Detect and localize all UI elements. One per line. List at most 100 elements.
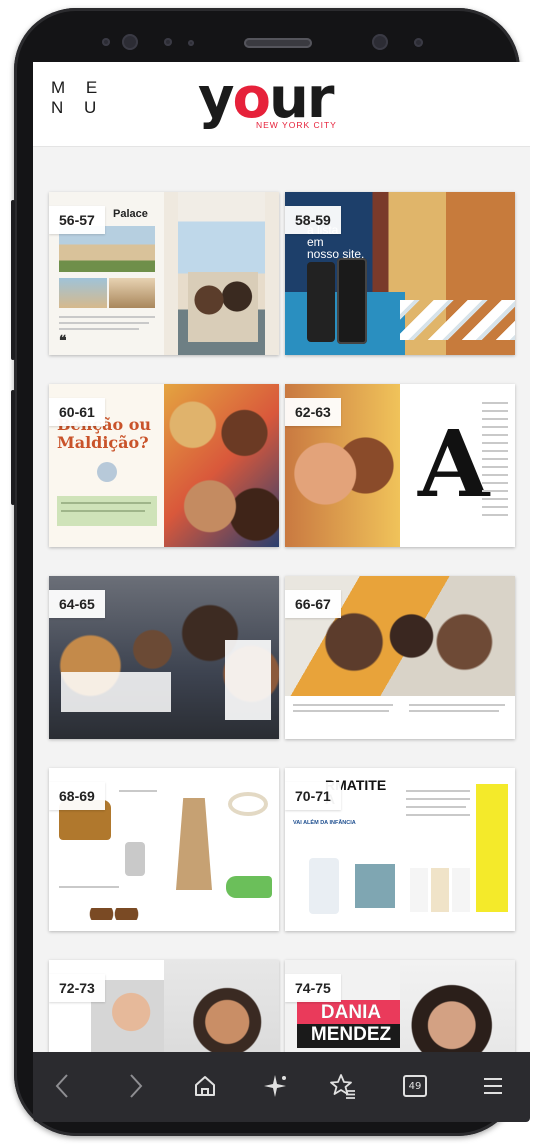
hotel-photo-small xyxy=(59,278,107,308)
text-line xyxy=(482,466,508,468)
spread-right-page: A xyxy=(400,384,515,547)
spread-kicker: VAI ALÉM DA INFÂNCIA xyxy=(293,820,356,826)
forward-button[interactable] xyxy=(115,1066,155,1106)
phone-mockup xyxy=(307,262,335,342)
page-range-label: 62-63 xyxy=(285,398,341,426)
yellow-sidebar xyxy=(476,784,508,912)
spread-right-page xyxy=(164,192,279,355)
drop-cap: A xyxy=(418,410,490,518)
teal-box xyxy=(355,864,395,908)
author-avatar xyxy=(97,462,117,482)
text-line xyxy=(406,814,470,816)
spread-headline: DANIA MENDEZ xyxy=(297,1000,405,1048)
logo-city: NEW YORK CITY xyxy=(256,120,337,130)
menu-more-button[interactable] xyxy=(473,1066,513,1106)
spread-card-58-59[interactable]: a lista em nosso site. 58-59 xyxy=(285,192,515,355)
earpiece-speaker xyxy=(244,38,312,48)
spread-card-68-69[interactable]: 68-69 xyxy=(49,768,279,931)
page-range-label: 60-61 xyxy=(49,398,105,426)
sunglasses-photo xyxy=(89,908,139,920)
back-button[interactable] xyxy=(43,1066,83,1106)
text-line xyxy=(406,806,466,808)
menu-label-line2: N U xyxy=(51,98,105,117)
text-line xyxy=(482,498,508,500)
text-line xyxy=(482,482,508,484)
chevron-left-icon xyxy=(55,1074,68,1098)
screen: M E N U your NEW YORK CITY ❝ Palace 56-5… xyxy=(33,62,530,1122)
text-line xyxy=(482,490,508,492)
sensor-dot xyxy=(414,38,423,47)
text-line xyxy=(482,434,508,436)
trenchcoat-photo xyxy=(176,798,212,890)
text-line xyxy=(482,442,508,444)
text-line xyxy=(482,450,508,452)
spread-card-70-71[interactable]: RMATITE A VAI ALÉM DA INFÂNCIA 70-71 xyxy=(285,768,515,931)
page-range-label: 70-71 xyxy=(285,782,341,810)
text-line xyxy=(482,426,508,428)
text-line xyxy=(293,704,393,706)
text-line xyxy=(409,710,499,712)
bracelets-photo xyxy=(228,792,268,816)
page-range-label: 58-59 xyxy=(285,206,341,234)
spread-card-56-57[interactable]: ❝ Palace 56-57 xyxy=(49,192,279,355)
couple-photo xyxy=(188,272,258,342)
text-box xyxy=(225,640,271,720)
tabs-button[interactable]: 49 xyxy=(395,1066,435,1106)
page-grid: ❝ Palace 56-57 a lista em nosso site. 58… xyxy=(33,146,530,1122)
tabs-count-box: 49 xyxy=(403,1075,427,1097)
text-line xyxy=(61,502,151,504)
page-range-label: 64-65 xyxy=(49,590,105,618)
spread-card-64-65[interactable]: 64-65 xyxy=(49,576,279,739)
spread-right-page xyxy=(164,768,279,931)
sensor-dot xyxy=(188,40,194,46)
faces-collage xyxy=(164,384,279,547)
sensor-dot xyxy=(164,38,172,46)
hotel-photo-small xyxy=(109,278,155,308)
phone-mockup xyxy=(337,258,367,344)
text-line xyxy=(482,514,508,516)
text-line xyxy=(482,474,508,476)
front-camera xyxy=(122,34,138,50)
text-line xyxy=(61,510,145,512)
text-box xyxy=(61,672,171,712)
bixby-button xyxy=(11,390,15,505)
spread-text-area xyxy=(285,696,515,739)
quote-mark: ❝ xyxy=(59,332,67,348)
spread-right-page xyxy=(400,768,515,931)
star-list-icon xyxy=(330,1074,355,1099)
cream-tube-photo xyxy=(309,858,339,914)
text-line xyxy=(59,328,139,330)
app-header: M E N U your NEW YORK CITY xyxy=(33,62,530,147)
top-bezel xyxy=(14,8,520,68)
volume-up-button xyxy=(11,200,15,360)
text-line xyxy=(59,316,155,318)
hamburger-icon xyxy=(484,1078,502,1094)
page-range-label: 56-57 xyxy=(49,206,105,234)
ai-assist-button[interactable] xyxy=(255,1066,295,1106)
product-bottles xyxy=(410,868,470,912)
home-icon xyxy=(195,1076,215,1096)
page-range-label: 66-67 xyxy=(285,590,341,618)
spread-card-60-61[interactable]: Benção ou Maldição? 60-61 xyxy=(49,384,279,547)
phone-frame: M E N U your NEW YORK CITY ❝ Palace 56-5… xyxy=(11,8,530,1136)
tabs-count: 49 xyxy=(408,1080,422,1092)
bookmarks-button[interactable] xyxy=(323,1066,363,1106)
sneakers-photo xyxy=(226,876,272,898)
menu-label-line1: M E xyxy=(51,78,106,97)
text-line xyxy=(482,506,508,508)
spread-card-66-67[interactable]: 66-67 xyxy=(285,576,515,739)
text-line xyxy=(482,458,508,460)
browser-toolbar: 49 xyxy=(33,1052,530,1122)
text-line xyxy=(119,790,157,792)
spread-headline: Palace xyxy=(113,208,148,220)
text-line xyxy=(406,798,470,800)
home-button[interactable] xyxy=(185,1066,225,1106)
magazine-logo[interactable]: your NEW YORK CITY xyxy=(198,68,358,138)
text-line xyxy=(482,418,508,420)
page-range-label: 68-69 xyxy=(49,782,105,810)
spread-card-62-63[interactable]: A 62-63 xyxy=(285,384,515,547)
menu-button[interactable]: M E N U xyxy=(51,78,105,118)
text-line xyxy=(409,704,505,706)
sun-loungers xyxy=(400,300,515,340)
page-range-label: 74-75 xyxy=(285,974,341,1002)
